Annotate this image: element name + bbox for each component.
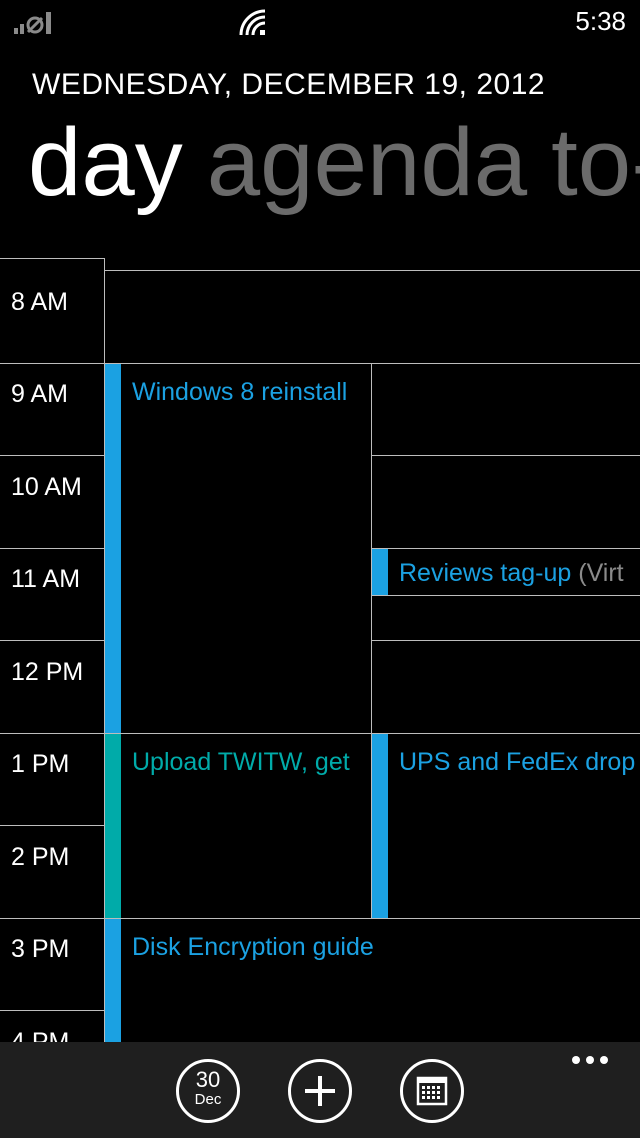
hour-label: 8 AM bbox=[11, 288, 68, 316]
today-day-number: 30 bbox=[195, 1067, 221, 1092]
tab-agenda[interactable]: agenda bbox=[207, 108, 527, 218]
grid-line bbox=[0, 548, 104, 549]
today-month: Dec bbox=[194, 1091, 222, 1108]
wifi-icon bbox=[239, 9, 266, 36]
add-icon bbox=[305, 1076, 335, 1106]
grid-line bbox=[0, 258, 104, 259]
event-title: Upload TWITW, get bbox=[132, 748, 350, 776]
grid-line bbox=[372, 640, 640, 641]
event-color-bar bbox=[372, 734, 388, 918]
tab-day[interactable]: day bbox=[28, 108, 183, 218]
add-event-button[interactable] bbox=[288, 1059, 352, 1123]
page-date: WEDNESDAY, DECEMBER 19, 2012 bbox=[32, 68, 546, 101]
grid-line bbox=[0, 1010, 104, 1011]
grid-line bbox=[0, 825, 104, 826]
grid-line bbox=[104, 270, 640, 271]
event-reviews-tag-up[interactable]: Reviews tag-up (Virt bbox=[372, 549, 640, 595]
event-title: UPS and FedEx drop bbox=[399, 748, 636, 776]
event-color-bar bbox=[372, 549, 388, 595]
grid-line bbox=[372, 455, 640, 456]
tab-todo[interactable]: to- bbox=[551, 108, 640, 218]
event-upload-twitw[interactable]: Upload TWITW, get bbox=[105, 734, 371, 918]
hour-label: 1 PM bbox=[11, 750, 70, 778]
hour-label: 11 AM bbox=[11, 565, 81, 593]
hour-label: 12 PM bbox=[11, 658, 84, 686]
pivot-header: dayagenda to- bbox=[28, 108, 640, 218]
event-color-bar bbox=[105, 364, 121, 733]
signal-no-sim-icon bbox=[14, 12, 51, 34]
hour-label: 10 AM bbox=[11, 473, 82, 501]
clock: 5:38 bbox=[575, 6, 626, 36]
hour-label: 3 PM bbox=[11, 935, 70, 963]
ellipsis-icon[interactable] bbox=[570, 1048, 610, 1072]
calendar-month-icon bbox=[416, 1076, 448, 1106]
grid-line bbox=[372, 595, 640, 596]
event-ups-fedex-drop[interactable]: UPS and FedEx drop bbox=[372, 734, 640, 918]
hour-label: 2 PM bbox=[11, 843, 70, 871]
event-title: Disk Encryption guide bbox=[132, 933, 374, 961]
event-title: Windows 8 reinstall bbox=[132, 378, 348, 406]
event-title-text: Reviews tag-up bbox=[399, 559, 572, 587]
month-view-button[interactable] bbox=[400, 1059, 464, 1123]
event-title: Reviews tag-up (Virt bbox=[399, 559, 624, 588]
today-button[interactable]: 30 Dec bbox=[176, 1059, 240, 1123]
event-location: (Virt bbox=[571, 559, 624, 587]
event-color-bar bbox=[105, 919, 121, 1042]
day-grid[interactable]: 8 AM 9 AM 10 AM 11 AM 12 PM 1 PM 2 PM 3 … bbox=[0, 258, 640, 1042]
grid-line bbox=[0, 455, 104, 456]
app-bar: 30 Dec bbox=[0, 1042, 640, 1138]
event-windows-8-reinstall[interactable]: Windows 8 reinstall bbox=[105, 364, 371, 733]
hour-label: 4 PM bbox=[11, 1028, 70, 1042]
event-disk-encryption-guide[interactable]: Disk Encryption guide bbox=[105, 919, 640, 1042]
status-bar: 5:38 bbox=[0, 0, 640, 44]
grid-line bbox=[0, 640, 104, 641]
event-color-bar bbox=[105, 734, 121, 918]
hour-label: 9 AM bbox=[11, 380, 68, 408]
